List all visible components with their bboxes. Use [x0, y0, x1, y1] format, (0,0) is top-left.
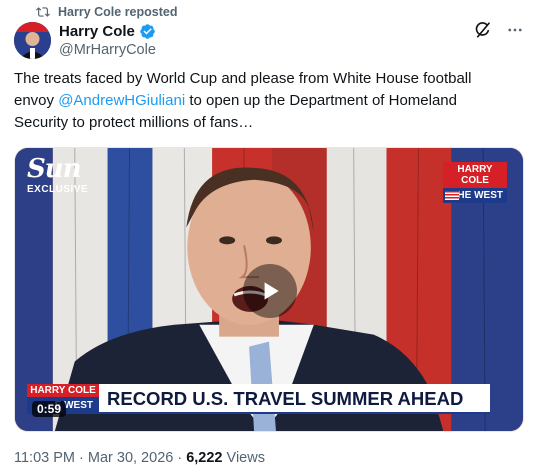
chyron-brand-top: HARRY COLE [27, 384, 99, 397]
author-handle[interactable]: @MrHarryCole [59, 42, 156, 58]
grok-icon[interactable] [473, 20, 493, 40]
repost-icon [36, 7, 50, 17]
mention-link[interactable]: @AndrewHGiuliani [58, 92, 185, 109]
video-player[interactable]: Sun EXCLUSIVE HARRY COLE THE WEST HARRY … [14, 147, 524, 432]
avatar[interactable] [14, 22, 51, 59]
play-button[interactable] [243, 264, 297, 318]
video-duration: 0:59 [32, 401, 67, 417]
timestamp[interactable]: 11:03 PM · Mar 30, 2026 · [14, 450, 186, 466]
repost-label: Harry Cole reposted [58, 5, 178, 19]
play-icon [264, 282, 279, 300]
source-logo-name: Sun [27, 154, 82, 184]
repost-indicator[interactable]: Harry Cole reposted [36, 4, 177, 20]
views-label: Views [222, 450, 265, 466]
source-logo: Sun EXCLUSIVE [27, 156, 88, 195]
brand-badge: HARRY COLE THE WEST [443, 162, 507, 203]
brand-badge-bottom: THE WEST [451, 190, 503, 201]
verified-badge-icon [140, 24, 155, 39]
chyron-headline: RECORD U.S. TRAVEL SUMMER AHEAD [99, 384, 490, 414]
views-count: 6,222 [186, 450, 223, 466]
more-options-icon[interactable] [505, 20, 525, 40]
source-tag: EXCLUSIVE [27, 184, 89, 195]
tweet-text: The treats faced by World Cup and please… [14, 68, 514, 134]
author-name[interactable]: Harry Cole [59, 23, 135, 40]
tweet-meta: 11:03 PM · Mar 30, 2026 · 6,222 Views [14, 450, 265, 466]
brand-badge-top: HARRY COLE [443, 162, 507, 188]
chyron: HARRY COLE E WEST RECORD U.S. TRAVEL SUM… [15, 384, 490, 414]
flag-icon [445, 191, 459, 200]
